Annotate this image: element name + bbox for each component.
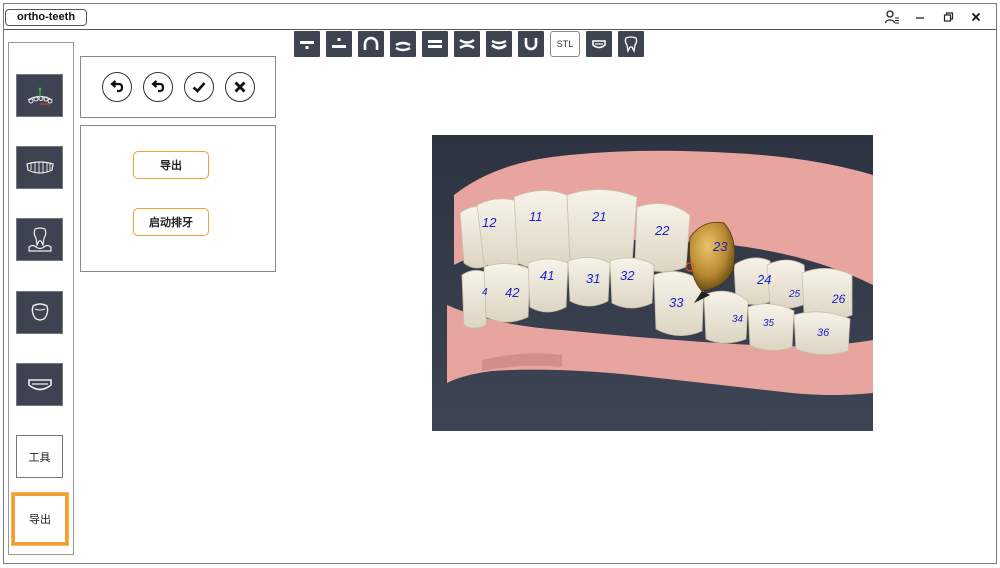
tooth-label-42: 42 bbox=[505, 285, 520, 300]
tooth-label-partial: 4 bbox=[482, 287, 488, 298]
start-arrange-button[interactable]: 启动排牙 bbox=[133, 208, 209, 236]
close-icon[interactable] bbox=[962, 7, 990, 27]
stl-button[interactable]: STL bbox=[550, 31, 580, 57]
export-panel: 导出 启动排牙 bbox=[80, 125, 276, 272]
axis-teeth-icon[interactable] bbox=[16, 74, 63, 117]
confirm-icon[interactable] bbox=[183, 72, 214, 102]
u-arch-icon[interactable] bbox=[518, 31, 544, 57]
restore-icon[interactable] bbox=[934, 7, 962, 27]
tooth-label-21: 21 bbox=[591, 209, 606, 224]
left-sidebar: 工具 导出 bbox=[8, 42, 74, 555]
export-button[interactable]: 导出 bbox=[133, 151, 209, 179]
tooth-label-34: 34 bbox=[732, 314, 744, 325]
redo-icon[interactable] bbox=[142, 72, 173, 102]
tooth-label-11: 11 bbox=[529, 209, 543, 224]
tooth-label-12: 12 bbox=[482, 215, 497, 230]
cancel-icon[interactable] bbox=[224, 72, 255, 102]
3d-viewport[interactable]: 12 11 21 22 23 42 41 31 32 33 24 25 26 3… bbox=[432, 135, 873, 431]
full-arch-icon[interactable] bbox=[16, 146, 63, 189]
bite-icon[interactable] bbox=[454, 31, 480, 57]
app-title: ortho-teeth bbox=[5, 9, 88, 26]
tooth-outline-icon[interactable] bbox=[618, 31, 644, 57]
tooth-label-26: 26 bbox=[831, 292, 846, 306]
aligner-icon[interactable] bbox=[586, 31, 612, 57]
tooth-label-32: 32 bbox=[620, 268, 635, 283]
tooth-label-24: 24 bbox=[756, 272, 771, 287]
export-sidebar-button[interactable]: 导出 bbox=[11, 492, 69, 546]
tooth-label-33: 33 bbox=[669, 295, 684, 310]
tooth-label-22: 22 bbox=[654, 223, 670, 238]
window-controls bbox=[878, 7, 990, 27]
user-icon[interactable] bbox=[878, 7, 906, 27]
lower-jaw-icon[interactable] bbox=[390, 31, 416, 57]
view-toolbar: STL bbox=[294, 31, 644, 57]
aligner-tray-icon[interactable] bbox=[16, 363, 63, 406]
tooth-label-31: 31 bbox=[586, 271, 600, 286]
title-bar: ortho-teeth bbox=[4, 4, 996, 30]
upper-jaw-icon[interactable] bbox=[486, 31, 512, 57]
gum-tooth-icon[interactable] bbox=[16, 218, 63, 261]
plane-below-icon[interactable] bbox=[294, 31, 320, 57]
arch-icon[interactable] bbox=[358, 31, 384, 57]
tooth-label-25: 25 bbox=[788, 289, 801, 300]
action-panel bbox=[80, 56, 276, 118]
tooth-label-41: 41 bbox=[540, 268, 554, 283]
tooth-label-36: 36 bbox=[817, 327, 830, 339]
app-window: ortho-teeth STL 工具 导出 导出 启动排牙 12 11 21 2… bbox=[3, 3, 997, 564]
plane-above-icon[interactable] bbox=[326, 31, 352, 57]
minimize-icon[interactable] bbox=[906, 7, 934, 27]
tooth-label-35: 35 bbox=[763, 318, 775, 329]
undo-icon[interactable] bbox=[101, 72, 132, 102]
crown-icon[interactable] bbox=[16, 291, 63, 334]
tools-button[interactable]: 工具 bbox=[16, 435, 63, 478]
equal-icon[interactable] bbox=[422, 31, 448, 57]
tooth-label-23: 23 bbox=[712, 239, 728, 254]
